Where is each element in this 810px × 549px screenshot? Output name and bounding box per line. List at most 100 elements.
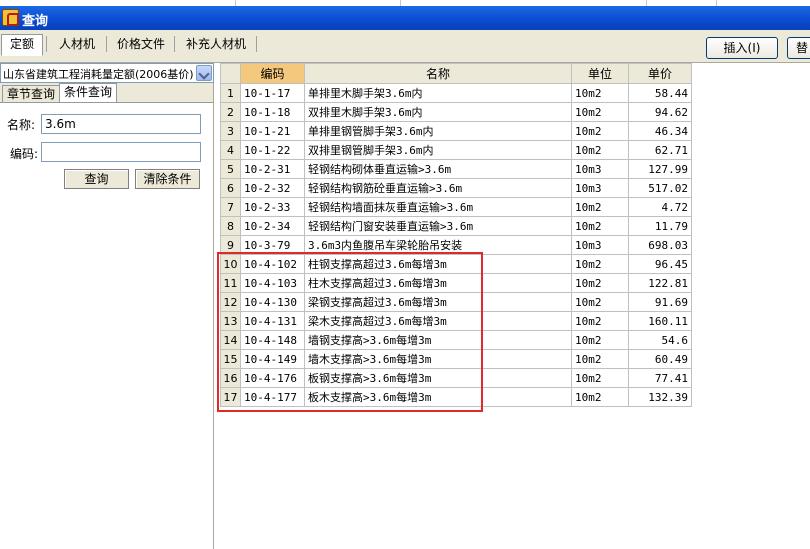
table-row[interactable]: 1 10-1-17 单排里木脚手架3.6m内 10m2 58.44 <box>220 83 692 103</box>
chevron-down-icon[interactable] <box>196 65 212 81</box>
price-cell[interactable]: 127.99 <box>628 159 692 179</box>
row-number-cell[interactable]: 5 <box>220 159 241 179</box>
price-cell[interactable]: 54.6 <box>628 330 692 350</box>
unit-cell[interactable]: 10m3 <box>571 159 629 179</box>
name-input[interactable]: 3.6m <box>41 114 201 134</box>
query-button[interactable]: 查询 <box>64 169 129 189</box>
unit-cell[interactable]: 10m2 <box>571 102 629 122</box>
row-number-cell[interactable]: 17 <box>220 387 241 407</box>
unit-cell[interactable]: 10m2 <box>571 121 629 141</box>
row-number-cell[interactable]: 8 <box>220 216 241 236</box>
price-cell[interactable]: 91.69 <box>628 292 692 312</box>
unit-cell[interactable]: 10m3 <box>571 235 629 255</box>
row-number-cell[interactable]: 2 <box>220 102 241 122</box>
code-cell[interactable]: 10-2-34 <box>240 216 305 236</box>
tab-quota[interactable]: 定额 <box>1 34 44 56</box>
code-cell[interactable]: 10-4-177 <box>240 387 305 407</box>
code-cell[interactable]: 10-1-21 <box>240 121 305 141</box>
column-header-name[interactable]: 名称 <box>304 63 572 84</box>
table-row[interactable]: 11 10-4-103 柱木支撑高超过3.6m每增3m 10m2 122.81 <box>220 273 692 293</box>
row-number-cell[interactable]: 14 <box>220 330 241 350</box>
name-cell[interactable]: 板木支撑高>3.6m每增3m <box>304 387 572 407</box>
row-number-cell[interactable]: 10 <box>220 254 241 274</box>
insert-button[interactable]: 插入(I) <box>706 37 778 59</box>
code-cell[interactable]: 10-4-148 <box>240 330 305 350</box>
code-cell[interactable]: 10-4-103 <box>240 273 305 293</box>
price-cell[interactable]: 60.49 <box>628 349 692 369</box>
table-row[interactable]: 14 10-4-148 墙钢支撑高>3.6m每增3m 10m2 54.6 <box>220 330 692 350</box>
tab-chapter-query[interactable]: 章节查询 <box>2 85 61 103</box>
code-cell[interactable]: 10-2-31 <box>240 159 305 179</box>
table-row[interactable]: 10 10-4-102 柱钢支撑高超过3.6m每增3m 10m2 96.45 <box>220 254 692 274</box>
price-cell[interactable]: 62.71 <box>628 140 692 160</box>
row-number-cell[interactable]: 4 <box>220 140 241 160</box>
name-cell[interactable]: 墙钢支撑高>3.6m每增3m <box>304 330 572 350</box>
row-number-cell[interactable]: 1 <box>220 83 241 103</box>
price-cell[interactable]: 77.41 <box>628 368 692 388</box>
code-cell[interactable]: 10-4-176 <box>240 368 305 388</box>
price-cell[interactable]: 46.34 <box>628 121 692 141</box>
unit-cell[interactable]: 10m2 <box>571 83 629 103</box>
name-cell[interactable]: 3.6m3内鱼腹吊车梁轮胎吊安装 <box>304 235 572 255</box>
unit-cell[interactable]: 10m2 <box>571 254 629 274</box>
name-cell[interactable]: 双排里钢管脚手架3.6m内 <box>304 140 572 160</box>
code-cell[interactable]: 10-4-102 <box>240 254 305 274</box>
unit-cell[interactable]: 10m2 <box>571 273 629 293</box>
name-cell[interactable]: 轻钢结构门窗安装垂直运输>3.6m <box>304 216 572 236</box>
row-number-cell[interactable]: 15 <box>220 349 241 369</box>
name-cell[interactable]: 轻钢结构钢筋砼垂直运输>3.6m <box>304 178 572 198</box>
column-header-price[interactable]: 单价 <box>628 63 692 84</box>
unit-cell[interactable]: 10m2 <box>571 197 629 217</box>
name-cell[interactable]: 柱钢支撑高超过3.6m每增3m <box>304 254 572 274</box>
table-row[interactable]: 5 10-2-31 轻钢结构砌体垂直运输>3.6m 10m3 127.99 <box>220 159 692 179</box>
price-cell[interactable]: 160.11 <box>628 311 692 331</box>
code-cell[interactable]: 10-1-22 <box>240 140 305 160</box>
unit-cell[interactable]: 10m2 <box>571 368 629 388</box>
code-cell[interactable]: 10-4-149 <box>240 349 305 369</box>
table-row[interactable]: 7 10-2-33 轻钢结构墙面抹灰垂直运输>3.6m 10m2 4.72 <box>220 197 692 217</box>
unit-cell[interactable]: 10m3 <box>571 178 629 198</box>
row-number-cell[interactable]: 16 <box>220 368 241 388</box>
row-number-cell[interactable]: 3 <box>220 121 241 141</box>
tab-condition-query[interactable]: 条件查询 <box>59 83 118 103</box>
price-cell[interactable]: 517.02 <box>628 178 692 198</box>
tab-labor-material-machine[interactable]: 人材机 <box>50 34 104 54</box>
table-row[interactable]: 2 10-1-18 双排里木脚手架3.6m内 10m2 94.62 <box>220 102 692 122</box>
code-input[interactable] <box>41 142 201 162</box>
unit-cell[interactable]: 10m2 <box>571 349 629 369</box>
unit-cell[interactable]: 10m2 <box>571 216 629 236</box>
replace-button[interactable]: 替 <box>787 37 810 59</box>
tab-price-file[interactable]: 价格文件 <box>108 34 174 54</box>
price-cell[interactable]: 122.81 <box>628 273 692 293</box>
name-cell[interactable]: 梁木支撑高超过3.6m每增3m <box>304 311 572 331</box>
price-cell[interactable]: 132.39 <box>628 387 692 407</box>
table-row[interactable]: 13 10-4-131 梁木支撑高超过3.6m每增3m 10m2 160.11 <box>220 311 692 331</box>
table-row[interactable]: 17 10-4-177 板木支撑高>3.6m每增3m 10m2 132.39 <box>220 387 692 407</box>
code-cell[interactable]: 10-4-130 <box>240 292 305 312</box>
name-cell[interactable]: 梁钢支撑高超过3.6m每增3m <box>304 292 572 312</box>
code-cell[interactable]: 10-2-33 <box>240 197 305 217</box>
unit-cell[interactable]: 10m2 <box>571 387 629 407</box>
name-cell[interactable]: 单排里木脚手架3.6m内 <box>304 83 572 103</box>
table-row[interactable]: 9 10-3-79 3.6m3内鱼腹吊车梁轮胎吊安装 10m3 698.03 <box>220 235 692 255</box>
quota-library-select[interactable]: 山东省建筑工程消耗量定额(2006基价) <box>0 63 214 83</box>
unit-cell[interactable]: 10m2 <box>571 330 629 350</box>
table-row[interactable]: 16 10-4-176 板钢支撑高>3.6m每增3m 10m2 77.41 <box>220 368 692 388</box>
code-cell[interactable]: 10-1-18 <box>240 102 305 122</box>
table-row[interactable]: 15 10-4-149 墙木支撑高>3.6m每增3m 10m2 60.49 <box>220 349 692 369</box>
row-number-cell[interactable]: 7 <box>220 197 241 217</box>
table-row[interactable]: 6 10-2-32 轻钢结构钢筋砼垂直运输>3.6m 10m3 517.02 <box>220 178 692 198</box>
name-cell[interactable]: 板钢支撑高>3.6m每增3m <box>304 368 572 388</box>
row-number-cell[interactable]: 12 <box>220 292 241 312</box>
column-header-unit[interactable]: 单位 <box>571 63 629 84</box>
table-row[interactable]: 3 10-1-21 单排里钢管脚手架3.6m内 10m2 46.34 <box>220 121 692 141</box>
code-cell[interactable]: 10-4-131 <box>240 311 305 331</box>
name-cell[interactable]: 轻钢结构砌体垂直运输>3.6m <box>304 159 572 179</box>
row-number-cell[interactable]: 9 <box>220 235 241 255</box>
name-cell[interactable]: 轻钢结构墙面抹灰垂直运输>3.6m <box>304 197 572 217</box>
price-cell[interactable]: 11.79 <box>628 216 692 236</box>
code-cell[interactable]: 10-3-79 <box>240 235 305 255</box>
column-header-code[interactable]: 编码 <box>240 63 305 84</box>
code-cell[interactable]: 10-1-17 <box>240 83 305 103</box>
row-number-cell[interactable]: 13 <box>220 311 241 331</box>
